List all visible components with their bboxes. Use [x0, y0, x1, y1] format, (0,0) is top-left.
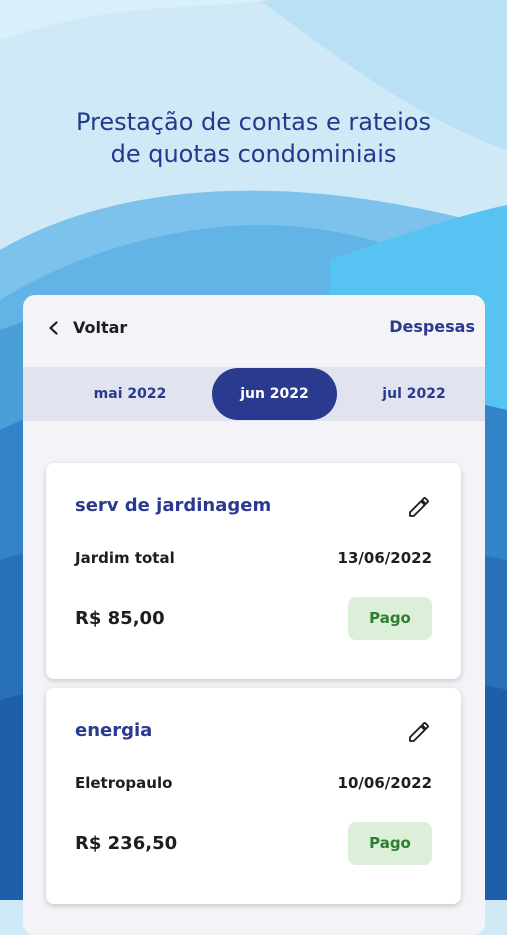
despesas-link[interactable]: Despesas [389, 317, 475, 336]
back-button[interactable]: Voltar [47, 315, 127, 339]
expense-description: Eletropaulo [75, 774, 173, 792]
status-badge: Pago [348, 597, 432, 640]
month-selector: mai 2022 jun 2022 jul 2022 [23, 367, 485, 421]
month-tab-jun-2022[interactable]: jun 2022 [212, 368, 337, 420]
expense-amount: R$ 85,00 [75, 608, 165, 629]
top-bar: Voltar Despesas [23, 295, 485, 367]
back-label: Voltar [73, 317, 128, 337]
expense-description: Jardim total [75, 549, 175, 567]
app-screen: Voltar Despesas mai 2022 jun 2022 jul 20… [23, 295, 485, 935]
chevron-left-icon [47, 320, 61, 335]
expense-amount: R$ 236,50 [75, 833, 178, 854]
status-badge: Pago [348, 822, 432, 865]
month-tab-jul-2022[interactable]: jul 2022 [359, 367, 469, 421]
pencil-icon[interactable] [407, 495, 431, 519]
pencil-icon[interactable] [407, 720, 431, 744]
expense-date: 13/06/2022 [337, 549, 432, 567]
expense-title: serv de jardinagem [75, 495, 272, 516]
expense-card[interactable]: serv de jardinagem Jardim total 13/06/20… [46, 463, 461, 679]
expense-date: 10/06/2022 [337, 774, 432, 792]
expense-card[interactable]: energia Eletropaulo 10/06/2022 R$ 236,50… [46, 688, 461, 904]
headline-line-2: de quotas condominiais [110, 140, 397, 168]
page-headline: Prestação de contas e rateios de quotas … [0, 106, 507, 170]
headline-line-1: Prestação de contas e rateios [76, 108, 431, 136]
month-tab-mai-2022[interactable]: mai 2022 [75, 367, 185, 421]
expense-title: energia [75, 720, 153, 741]
